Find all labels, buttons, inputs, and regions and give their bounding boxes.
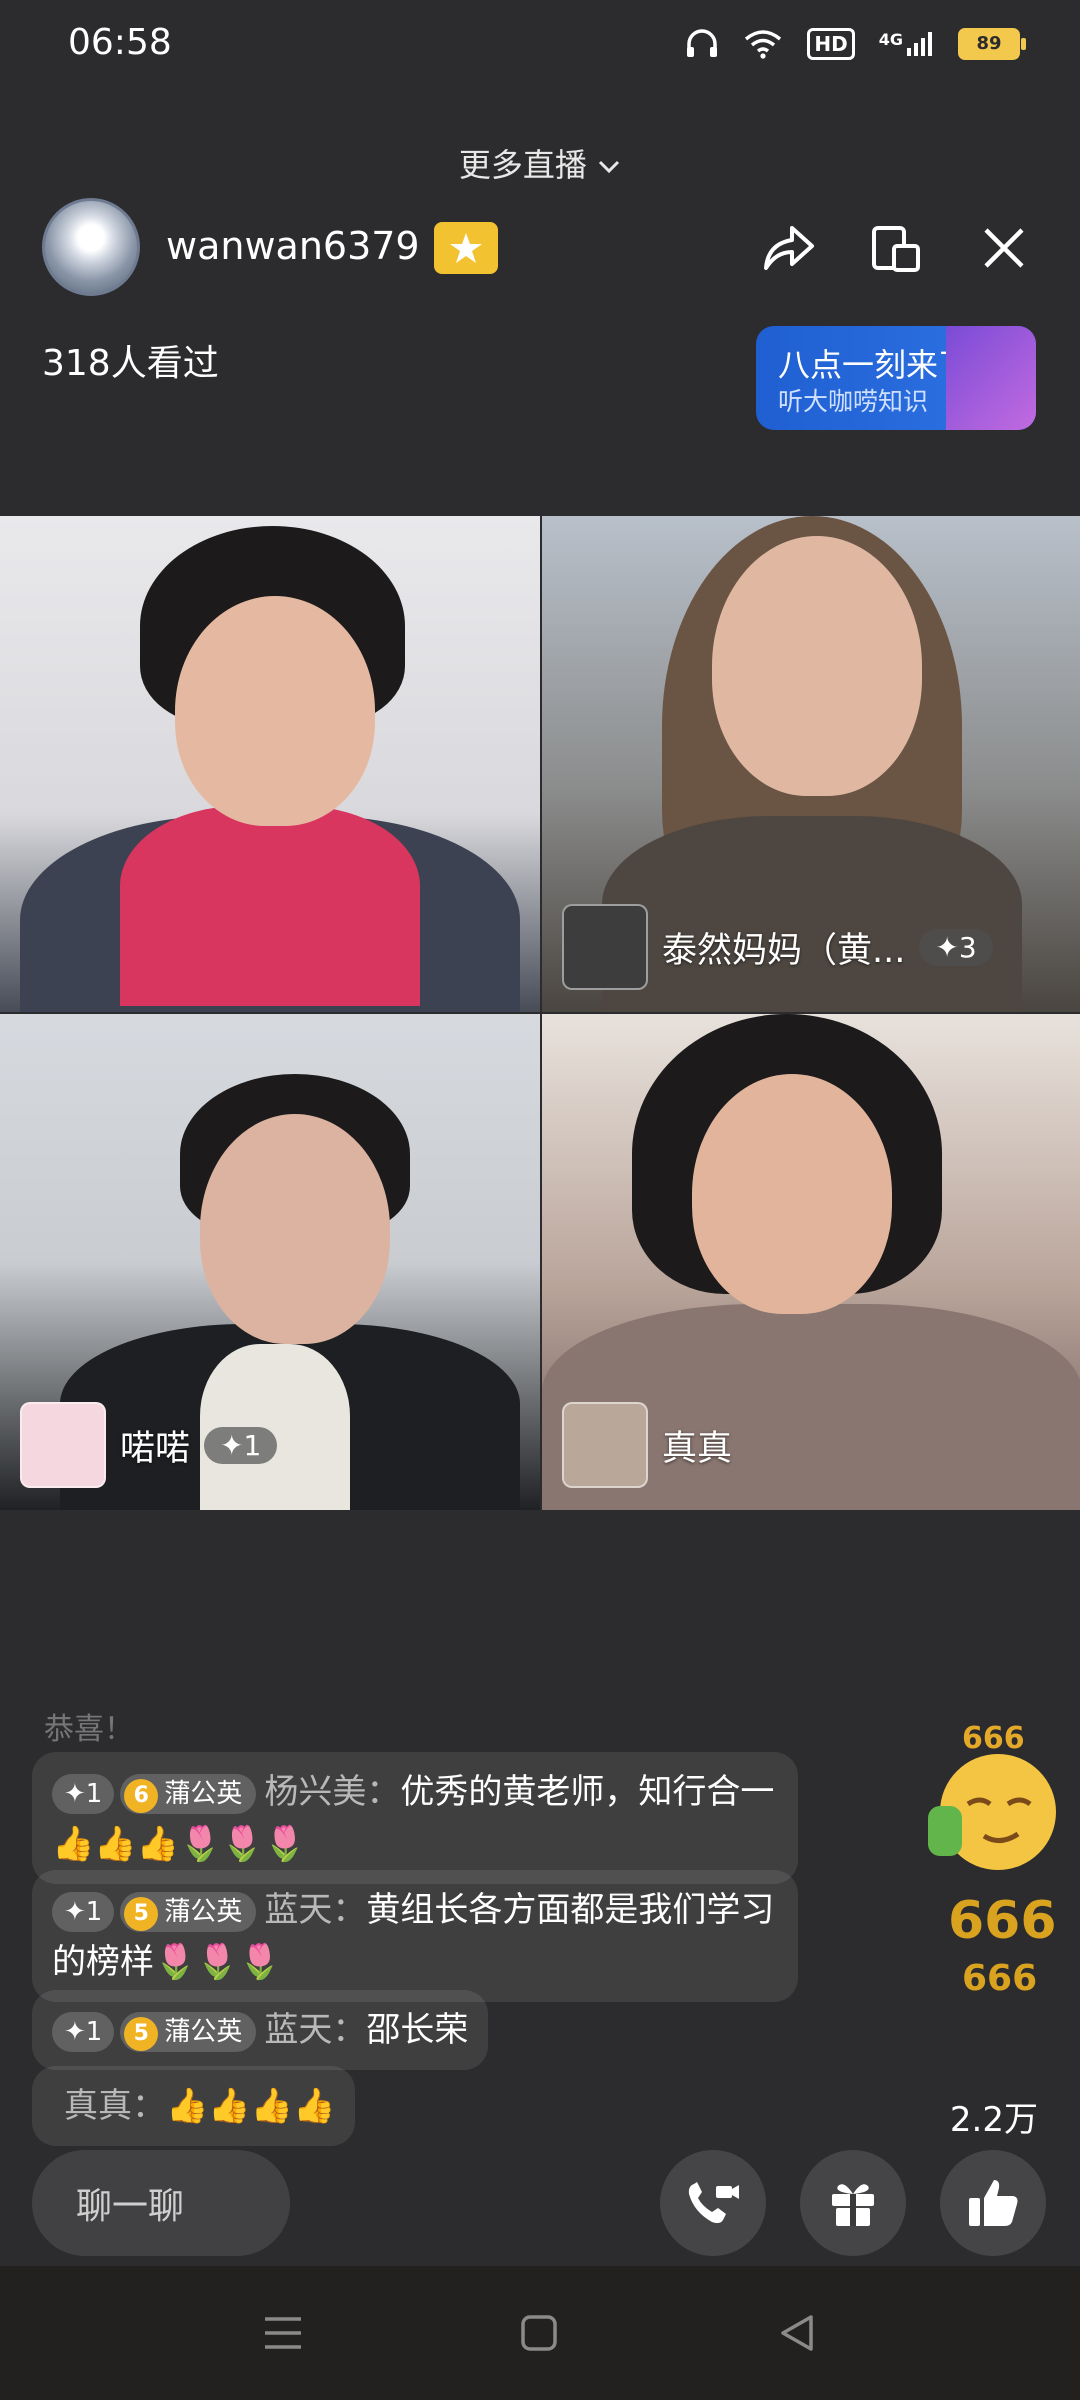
- window-icon: [872, 226, 920, 272]
- back-button[interactable]: [774, 2310, 820, 2356]
- guest-avatar[interactable]: [20, 1402, 106, 1488]
- share-button[interactable]: [752, 212, 824, 284]
- vip-badge: [434, 222, 498, 274]
- gift-icon: [832, 2184, 874, 2226]
- share-icon: [764, 226, 814, 270]
- thumbs-up-icon: [969, 2180, 1018, 2226]
- fan-badge: 6 蒲公英: [120, 1773, 257, 1814]
- comment-item[interactable]: ✦1 5 蒲公英 蓝天：黄组长各方面都是我们学习的榜样🌷🌷🌷: [32, 1870, 798, 2002]
- video-tile-host[interactable]: [0, 516, 540, 1012]
- emoji-text-top: 666: [962, 1721, 1025, 1756]
- fan-badge: 5 蒲公英: [120, 1891, 257, 1932]
- comment-user[interactable]: 杨兴美：: [264, 1772, 400, 1812]
- host-name[interactable]: wanwan6379: [166, 224, 420, 268]
- video-call-button[interactable]: [660, 2150, 766, 2256]
- fan-badge-label: 蒲公英: [164, 1896, 243, 1927]
- comment-user[interactable]: 真真：: [64, 2086, 166, 2126]
- system-navbar: [0, 2266, 1080, 2400]
- fan-badge-label: 蒲公英: [164, 1778, 243, 1809]
- fan-badge-label: 蒲公英: [164, 2016, 243, 2047]
- host-face: [175, 596, 375, 826]
- home-button[interactable]: [516, 2310, 562, 2356]
- guest-like-count: ✦3: [919, 928, 993, 966]
- signal-icon: 4G: [879, 30, 934, 58]
- close-button[interactable]: [968, 212, 1040, 284]
- chat-input[interactable]: 聊一聊: [32, 2150, 290, 2256]
- chevron-down-icon: [599, 160, 620, 174]
- guest-name: 泰然妈妈（黄...: [662, 930, 906, 971]
- video-tile-guest-3[interactable]: 真真: [542, 1014, 1080, 1510]
- guest-avatar[interactable]: [562, 904, 648, 990]
- guest-avatar[interactable]: [562, 1402, 648, 1488]
- like-chip: ✦1: [52, 2011, 115, 2052]
- gift-button[interactable]: [800, 2150, 906, 2256]
- comment-user[interactable]: 蓝天：: [264, 1890, 366, 1930]
- guest-name: 喏喏: [120, 1428, 191, 1469]
- promo-art: [946, 326, 1036, 430]
- menu-icon: [265, 2317, 301, 2349]
- comment-text: 👍👍👍👍: [166, 2086, 336, 2126]
- smiley-666-icon: 666 666 666: [928, 1721, 1057, 1999]
- guest-like-count: ✦1: [204, 1426, 278, 1464]
- guest-name: 真真: [662, 1428, 733, 1469]
- host-scarf: [120, 806, 420, 1006]
- network-type: 4G: [878, 30, 903, 49]
- hd-icon: HD: [807, 28, 855, 60]
- promo-subtitle: 听大咖唠知识: [778, 387, 929, 416]
- more-live-label: 更多直播: [458, 146, 587, 184]
- headphones-icon: [687, 29, 718, 57]
- phone-video-icon: [688, 2182, 739, 2224]
- host-avatar[interactable]: [42, 198, 140, 296]
- emoji-text-middle: 666: [948, 1891, 1057, 1951]
- comment-item[interactable]: ✦1 5 蒲公英 蓝天：邵长荣: [32, 1990, 489, 2070]
- video-tile-guest-2[interactable]: 喏喏 ✦1: [0, 1014, 540, 1510]
- likes-count: 2.2万: [949, 2100, 1038, 2140]
- promo-banner[interactable]: 八点一刻来了 听大咖唠知识: [756, 326, 1036, 430]
- fan-level: 6: [124, 1778, 159, 1813]
- like-button[interactable]: [940, 2150, 1046, 2256]
- comment-item[interactable]: 真真：👍👍👍👍: [32, 2066, 356, 2146]
- wifi-icon: [745, 30, 782, 59]
- guest3-face: [692, 1074, 892, 1314]
- video-tile-guest-1[interactable]: 泰然妈妈（黄... ✦3: [542, 516, 1080, 1012]
- emoji-666-sticker[interactable]: 666 666 666: [918, 1708, 1068, 2008]
- comment-text: 邵长荣: [366, 2010, 469, 2050]
- fan-level: 5: [124, 1896, 159, 1931]
- menu-button[interactable]: [260, 2310, 306, 2356]
- more-live-button[interactable]: 更多直播: [0, 140, 1080, 186]
- back-triangle-icon: [781, 2315, 813, 2351]
- fan-level: 5: [124, 2016, 159, 2051]
- status-icons: HD 4G 89: [685, 28, 1026, 60]
- status-time: 06:58: [68, 22, 172, 63]
- like-chip: ✦1: [52, 1891, 115, 1932]
- close-icon: [984, 228, 1024, 268]
- guest2-face: [200, 1114, 390, 1344]
- viewer-count: 318人看过: [42, 343, 219, 384]
- like-chip: ✦1: [52, 1773, 115, 1814]
- guest-tag: 喏喏 ✦1: [20, 1402, 278, 1488]
- guest-tag: 泰然妈妈（黄... ✦3: [562, 904, 993, 990]
- battery-icon: 89: [958, 28, 1026, 60]
- fan-badge: 5 蒲公英: [120, 2011, 257, 2052]
- screen-mode-button[interactable]: [860, 212, 932, 284]
- guest-tag: 真真: [562, 1402, 732, 1488]
- star-icon: [450, 233, 482, 263]
- promo-title: 八点一刻来了: [778, 346, 971, 384]
- comment-faded: 恭喜！: [44, 1712, 134, 1747]
- emoji-text-bottom: 666: [962, 1958, 1037, 1999]
- comment-user[interactable]: 蓝天：: [264, 2010, 366, 2050]
- home-square-icon: [521, 2315, 557, 2351]
- comment-item[interactable]: ✦1 6 蒲公英 杨兴美：优秀的黄老师，知行合一👍👍👍🌷🌷🌷: [32, 1752, 798, 1884]
- guest1-face: [712, 536, 922, 796]
